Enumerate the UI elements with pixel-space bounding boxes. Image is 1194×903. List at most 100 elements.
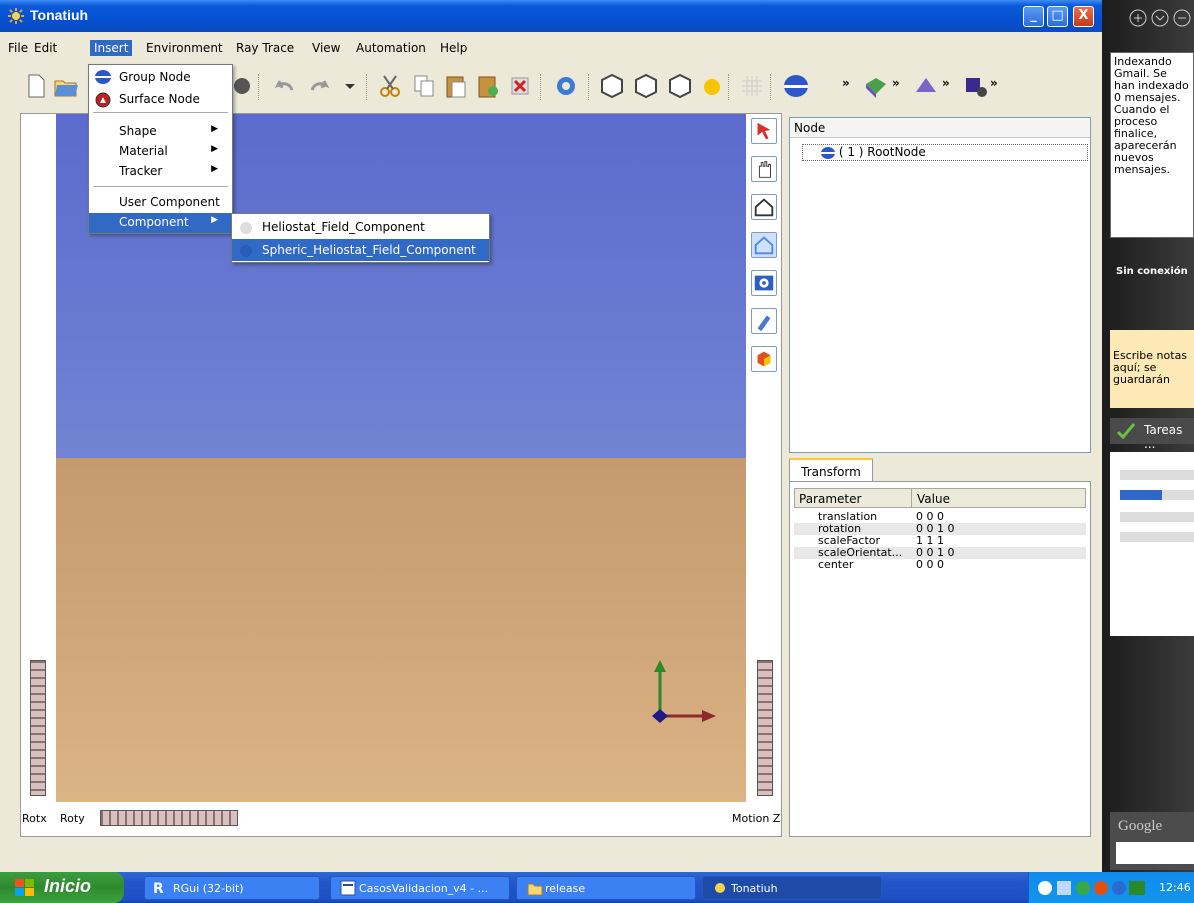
paste-icon[interactable] bbox=[442, 72, 470, 100]
redo-icon[interactable] bbox=[306, 72, 334, 100]
shape-icon[interactable] bbox=[862, 72, 890, 100]
google-search-input[interactable] bbox=[1116, 842, 1194, 864]
close-button[interactable]: X bbox=[1073, 6, 1094, 27]
component-icon bbox=[240, 222, 252, 234]
hand-pan-icon[interactable] bbox=[751, 156, 777, 182]
toolbar-separator bbox=[540, 74, 542, 100]
copy-icon[interactable] bbox=[410, 72, 438, 100]
app-sun-icon bbox=[715, 883, 725, 893]
gear-icon[interactable] bbox=[552, 72, 580, 100]
axis-gizmo-icon bbox=[652, 660, 716, 723]
group-node-icon bbox=[821, 146, 835, 159]
toolbar-separator bbox=[588, 74, 590, 100]
toolbar-more-icon[interactable]: » bbox=[942, 76, 950, 90]
menu-item-heliostat-field-component[interactable]: Heliostat_Field_Component bbox=[232, 216, 489, 238]
menu-edit[interactable]: Edit bbox=[30, 40, 61, 56]
windows-logo-icon bbox=[15, 879, 34, 896]
taskbar-item-tonatiuh[interactable]: Tonatiuh bbox=[702, 876, 882, 900]
new-file-icon[interactable] bbox=[22, 72, 50, 100]
view-yz-icon[interactable] bbox=[632, 72, 660, 100]
submenu-arrow-icon: ▶ bbox=[211, 215, 218, 225]
param-table-header: Parameter Value bbox=[794, 488, 1086, 508]
taskbar-item-release[interactable]: release bbox=[516, 876, 696, 900]
toolbar-more-icon[interactable]: » bbox=[990, 76, 998, 90]
undo-icon[interactable] bbox=[270, 72, 298, 100]
google-logo: Google bbox=[1118, 818, 1163, 834]
rotx-thumbwheel[interactable] bbox=[30, 660, 46, 796]
taskbar-item-rgui[interactable]: RGui (32-bit) bbox=[144, 876, 320, 900]
tasks-gadget[interactable] bbox=[1110, 452, 1194, 636]
column-parameter[interactable]: Parameter bbox=[799, 492, 861, 506]
submenu-arrow-icon: ▶ bbox=[211, 144, 218, 154]
menu-item-group-node[interactable]: Group Node bbox=[89, 68, 232, 88]
param-row[interactable]: center 0 0 0 bbox=[794, 559, 1086, 571]
home-icon[interactable] bbox=[751, 194, 777, 220]
transform-panel: Parameter Value translation 0 0 0 rotatio… bbox=[789, 481, 1091, 837]
select-arrow-icon[interactable] bbox=[751, 118, 777, 144]
cut-icon[interactable] bbox=[376, 72, 404, 100]
material-icon[interactable] bbox=[912, 72, 940, 100]
group-node-icon bbox=[95, 70, 111, 84]
surface-node-icon bbox=[95, 92, 111, 108]
grid-icon[interactable] bbox=[738, 72, 766, 100]
seek-flashlight-icon[interactable] bbox=[751, 308, 777, 334]
menu-item-shape[interactable]: Shape ▶ bbox=[89, 122, 232, 142]
column-value[interactable]: Value bbox=[917, 492, 950, 506]
menu-ray-trace[interactable]: Ray Trace bbox=[232, 40, 298, 56]
menu-help[interactable]: Help bbox=[436, 40, 471, 56]
viewer-tools bbox=[751, 118, 779, 384]
rotx-label: Rotx bbox=[22, 812, 47, 825]
r-app-icon: R bbox=[153, 881, 164, 897]
motion-z-thumbwheel[interactable] bbox=[757, 660, 773, 796]
sidebar-controls-icon[interactable] bbox=[1128, 8, 1194, 28]
paste-ref-icon[interactable] bbox=[474, 72, 502, 100]
sun-position-icon[interactable] bbox=[698, 72, 726, 100]
tree-header: Node bbox=[790, 118, 1090, 138]
menu-item-component[interactable]: Component ▶ bbox=[89, 213, 232, 233]
submenu-arrow-icon: ▶ bbox=[211, 124, 218, 134]
toolbar-more-icon[interactable]: » bbox=[842, 76, 850, 90]
view-xz-icon[interactable] bbox=[666, 72, 694, 100]
insert-menu: Group Node Surface Node Shape ▶ Material ▶… bbox=[88, 64, 233, 234]
notes-gadget[interactable]: Escribe notas aquí; se guardarán bbox=[1110, 330, 1194, 408]
tracker-icon[interactable] bbox=[962, 72, 990, 100]
menu-insert[interactable]: Insert bbox=[90, 40, 133, 56]
menu-item-tracker[interactable]: Tracker ▶ bbox=[89, 162, 232, 182]
roty-thumbwheel[interactable] bbox=[100, 810, 238, 826]
menu-item-material[interactable]: Material ▶ bbox=[89, 142, 232, 162]
group-node-icon[interactable] bbox=[782, 72, 810, 100]
gmail-gadget[interactable]: Indexando Gmail. Se han indexado 0 mensa… bbox=[1110, 52, 1194, 238]
title-bar[interactable]: Tonatiuh _ □ X bbox=[0, 0, 1102, 32]
set-home-icon[interactable] bbox=[751, 232, 777, 258]
maximize-button[interactable]: □ bbox=[1047, 6, 1068, 27]
scene-tree[interactable]: Node ( 1 ) RootNode bbox=[789, 117, 1091, 453]
menu-item-surface-node[interactable]: Surface Node bbox=[89, 90, 232, 110]
menu-item-user-component[interactable]: User Component bbox=[89, 193, 232, 213]
toolbar-more-icon[interactable]: » bbox=[892, 76, 900, 90]
tree-item-rootnode[interactable]: ( 1 ) RootNode bbox=[802, 144, 1088, 161]
3d-viewer-ground[interactable] bbox=[56, 458, 746, 802]
motion-z-label: Motion Z bbox=[732, 812, 781, 825]
perspective-cube-icon[interactable] bbox=[751, 346, 777, 372]
offline-label: Sin conexión bbox=[1116, 266, 1188, 277]
progress-fill bbox=[1120, 490, 1162, 500]
dropdown-arrow-icon[interactable] bbox=[336, 72, 364, 100]
menu-automation[interactable]: Automation bbox=[352, 40, 430, 56]
view-xy-icon[interactable] bbox=[598, 72, 626, 100]
delete-icon[interactable] bbox=[506, 72, 534, 100]
menu-item-spheric-heliostat-field-component[interactable]: Spheric_Heliostat_Field_Component bbox=[232, 239, 489, 261]
menu-separator bbox=[93, 112, 228, 113]
menu-file[interactable]: File bbox=[4, 40, 32, 56]
word-doc-icon bbox=[340, 880, 356, 896]
app-sun-icon bbox=[8, 8, 24, 24]
tray-icons[interactable] bbox=[1035, 878, 1155, 898]
tab-transform[interactable]: Transform bbox=[789, 458, 873, 482]
clock: 12:46 bbox=[1159, 881, 1191, 894]
minimize-button[interactable]: _ bbox=[1023, 6, 1044, 27]
view-all-icon[interactable] bbox=[751, 270, 777, 296]
menu-view[interactable]: View bbox=[308, 40, 344, 56]
taskbar-item-casosvalidacion[interactable]: CasosValidacion_v4 - ... bbox=[330, 876, 510, 900]
menu-environment[interactable]: Environment bbox=[142, 40, 227, 56]
open-folder-icon[interactable] bbox=[52, 72, 80, 100]
window-title: Tonatiuh bbox=[30, 7, 89, 23]
